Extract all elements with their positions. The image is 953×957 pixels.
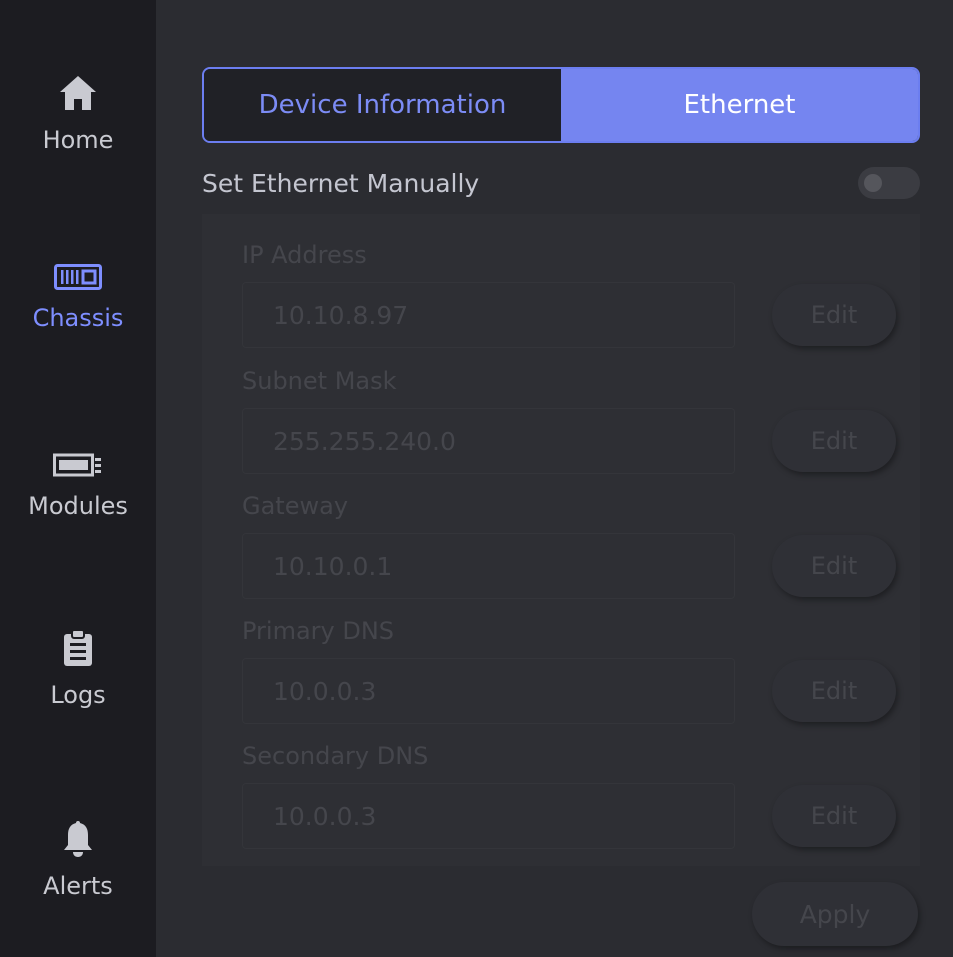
ip-address-group: IP Address 10.10.8.97 Edit [242, 238, 902, 348]
ip-address-label: IP Address [242, 241, 367, 269]
primary-dns-edit-button[interactable]: Edit [772, 660, 896, 722]
module-icon [53, 428, 103, 478]
subnet-mask-label: Subnet Mask [242, 367, 397, 395]
tab-ethernet[interactable]: Ethernet [561, 69, 918, 141]
sidebar-item-chassis[interactable]: Chassis [0, 240, 156, 390]
home-icon [58, 62, 98, 112]
ip-address-field[interactable]: 10.10.8.97 [242, 282, 735, 348]
sidebar-item-label: Modules [28, 492, 128, 520]
sidebar-item-logs[interactable]: Logs [0, 617, 156, 767]
sidebar-item-modules[interactable]: Modules [0, 428, 156, 578]
sidebar-item-home[interactable]: Home [0, 62, 156, 212]
bell-icon [63, 808, 93, 858]
toggle-knob [864, 174, 882, 192]
secondary-dns-edit-button[interactable]: Edit [772, 785, 896, 847]
gateway-edit-button[interactable]: Edit [772, 535, 896, 597]
subnet-mask-field[interactable]: 255.255.240.0 [242, 408, 735, 474]
manual-ethernet-toggle[interactable] [858, 167, 920, 199]
gateway-label: Gateway [242, 492, 349, 520]
gateway-group: Gateway 10.10.0.1 Edit [242, 489, 902, 599]
main-panel: Device Information Ethernet Set Ethernet… [156, 0, 953, 957]
chassis-icon [54, 240, 102, 290]
sidebar-item-label: Alerts [43, 872, 113, 900]
secondary-dns-label: Secondary DNS [242, 742, 429, 770]
apply-button[interactable]: Apply [752, 882, 918, 946]
secondary-dns-field[interactable]: 10.0.0.3 [242, 783, 735, 849]
primary-dns-field[interactable]: 10.0.0.3 [242, 658, 735, 724]
tab-bar: Device Information Ethernet [202, 67, 920, 143]
tab-device-information[interactable]: Device Information [204, 69, 561, 141]
subnet-mask-edit-button[interactable]: Edit [772, 410, 896, 472]
sidebar-item-alerts[interactable]: Alerts [0, 808, 156, 957]
gateway-field[interactable]: 10.10.0.1 [242, 533, 735, 599]
sidebar: Home Chassis Modules Logs Alerts [0, 0, 156, 957]
ip-address-edit-button[interactable]: Edit [772, 284, 896, 346]
secondary-dns-group: Secondary DNS 10.0.0.3 Edit [242, 739, 902, 849]
subnet-mask-group: Subnet Mask 255.255.240.0 Edit [242, 364, 902, 474]
primary-dns-label: Primary DNS [242, 617, 395, 645]
manual-ethernet-label: Set Ethernet Manually [202, 168, 480, 198]
manual-ethernet-row: Set Ethernet Manually [202, 163, 920, 203]
sidebar-item-label: Chassis [32, 304, 124, 332]
sidebar-item-label: Home [42, 126, 114, 154]
primary-dns-group: Primary DNS 10.0.0.3 Edit [242, 614, 902, 724]
ethernet-fields-panel: IP Address 10.10.8.97 Edit Subnet Mask 2… [202, 214, 920, 866]
sidebar-item-label: Logs [50, 681, 106, 709]
clipboard-icon [63, 617, 93, 667]
